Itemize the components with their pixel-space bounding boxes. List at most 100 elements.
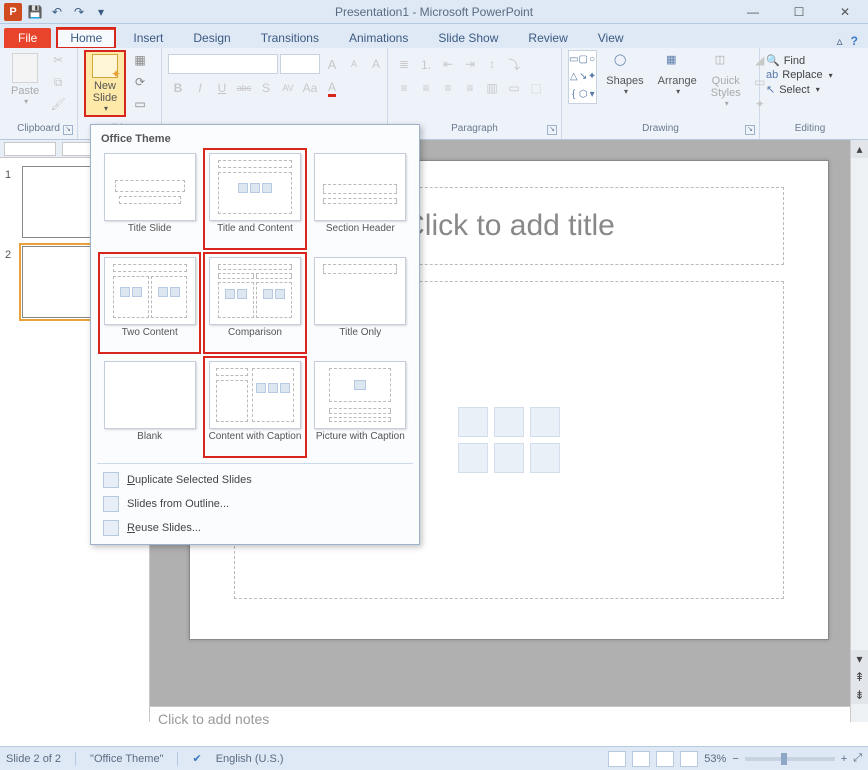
qat-customize-button[interactable]: ▾ [92, 3, 110, 21]
reading-view-button[interactable] [656, 751, 674, 767]
insert-tab[interactable]: Insert [121, 28, 175, 48]
insert-table-icon[interactable] [458, 407, 488, 437]
layout-button[interactable]: ▦ [130, 50, 150, 70]
cut-button[interactable]: ✂ [48, 50, 68, 70]
insert-smartart-icon[interactable] [530, 407, 560, 437]
close-button[interactable]: ✕ [822, 0, 868, 24]
font-color-button[interactable]: A [322, 78, 342, 98]
content-placeholder-icons [458, 407, 560, 473]
align-right-button[interactable]: ≡ [438, 78, 458, 98]
format-painter-button[interactable]: 🖌 [48, 94, 68, 114]
insert-chart-icon[interactable] [494, 407, 524, 437]
line-spacing-button[interactable]: ↕ [482, 54, 502, 74]
file-tab[interactable]: File [4, 28, 51, 48]
slides-from-outline-menu[interactable]: Slides from Outline... [97, 492, 413, 516]
smartart-button[interactable]: ⬚ [526, 78, 546, 98]
strikethrough-button[interactable]: abc [234, 78, 254, 98]
save-button[interactable]: 💾 [26, 3, 44, 21]
undo-button[interactable]: ↶ [48, 3, 66, 21]
numbering-button[interactable]: ⒈ [416, 54, 436, 74]
home-tab[interactable]: Home [57, 28, 115, 48]
design-tab[interactable]: Design [181, 28, 242, 48]
outline-icon [103, 496, 119, 512]
layout-content-with-caption[interactable]: Content with Caption [204, 357, 305, 457]
language-indicator[interactable]: English (U.S.) [216, 753, 284, 765]
help-button[interactable]: ? [851, 34, 858, 48]
find-button[interactable]: 🔍Find [766, 54, 805, 67]
redo-button[interactable]: ↷ [70, 3, 88, 21]
italic-button[interactable]: I [190, 78, 210, 98]
transitions-tab[interactable]: Transitions [249, 28, 331, 48]
grow-font-button[interactable]: A [322, 54, 342, 74]
layout-picture-with-caption[interactable]: Picture with Caption [310, 357, 411, 457]
font-size-combo[interactable] [280, 54, 320, 74]
insert-media-icon[interactable] [530, 443, 560, 473]
layout-title-only[interactable]: Title Only [310, 253, 411, 353]
duplicate-slides-menu[interactable]: Duplicate Selected Slides [97, 468, 413, 492]
scroll-up-button[interactable]: ▴ [851, 140, 868, 158]
vertical-scrollbar[interactable]: ▴ ▾ ⇞ ⇟ [850, 140, 868, 722]
minimize-ribbon-button[interactable]: ▵ [837, 34, 843, 48]
columns-button[interactable]: ▥ [482, 78, 502, 98]
text-shadow-button[interactable]: S [256, 78, 276, 98]
drawing-launcher[interactable]: ↘ [745, 125, 755, 135]
insert-clipart-icon[interactable] [494, 443, 524, 473]
replace-button[interactable]: abReplace▾ [766, 69, 833, 81]
next-slide-button[interactable]: ⇟ [851, 686, 868, 704]
normal-view-button[interactable] [608, 751, 626, 767]
layout-section-header[interactable]: Section Header [310, 149, 411, 249]
new-slide-button[interactable]: ✦ New Slide▾ [84, 50, 126, 117]
spellcheck-icon[interactable]: ✔ [192, 752, 201, 765]
slides-tab-icon[interactable] [4, 142, 56, 156]
reuse-slides-menu[interactable]: Reuse Slides... [97, 516, 413, 540]
shapes-button[interactable]: ◯ Shapes▾ [601, 50, 648, 99]
layout-blank[interactable]: Blank [99, 357, 200, 457]
prev-slide-button[interactable]: ⇞ [851, 668, 868, 686]
shrink-font-button[interactable]: A [344, 54, 364, 74]
clipboard-launcher[interactable]: ↘ [63, 125, 73, 135]
layout-title-and-content[interactable]: Title and Content [204, 149, 305, 249]
zoom-level[interactable]: 53% [704, 753, 726, 765]
select-button[interactable]: ↖Select▾ [766, 83, 820, 96]
animations-tab[interactable]: Animations [337, 28, 420, 48]
bold-button[interactable]: B [168, 78, 188, 98]
slideshow-tab[interactable]: Slide Show [426, 28, 510, 48]
justify-button[interactable]: ≡ [460, 78, 480, 98]
insert-picture-icon[interactable] [458, 443, 488, 473]
scroll-down-button[interactable]: ▾ [851, 650, 868, 668]
slideshow-view-button[interactable] [680, 751, 698, 767]
clear-formatting-button[interactable]: A [366, 54, 386, 74]
layout-title-slide[interactable]: Title Slide [99, 149, 200, 249]
quick-styles-button[interactable]: ◫ Quick Styles▾ [706, 50, 746, 111]
zoom-out-button[interactable]: − [732, 753, 738, 765]
notes-pane[interactable]: Click to add notes [150, 706, 850, 746]
text-direction-button[interactable]: ⤵ [504, 54, 524, 74]
underline-button[interactable]: U [212, 78, 232, 98]
reset-button[interactable]: ⟳ [130, 72, 150, 92]
copy-button[interactable]: ⧉ [48, 72, 68, 92]
minimize-button[interactable]: — [730, 0, 776, 24]
arrange-button[interactable]: ▦ Arrange▾ [653, 50, 702, 99]
bullets-button[interactable]: ≣ [394, 54, 414, 74]
paste-button[interactable]: Paste ▾ [6, 50, 44, 109]
layout-comparison[interactable]: Comparison [204, 253, 305, 353]
maximize-button[interactable]: ☐ [776, 0, 822, 24]
align-left-button[interactable]: ≡ [394, 78, 414, 98]
shapes-gallery[interactable]: ▭▢○△↘✦{⬡▾ [568, 50, 597, 104]
char-spacing-button[interactable]: AV [278, 78, 298, 98]
align-center-button[interactable]: ≡ [416, 78, 436, 98]
decrease-indent-button[interactable]: ⇤ [438, 54, 458, 74]
sorter-view-button[interactable] [632, 751, 650, 767]
increase-indent-button[interactable]: ⇥ [460, 54, 480, 74]
zoom-slider[interactable] [745, 757, 835, 761]
view-tab[interactable]: View [586, 28, 636, 48]
paragraph-launcher[interactable]: ↘ [547, 125, 557, 135]
fit-to-window-button[interactable]: ⤢ [853, 752, 862, 765]
layout-two-content[interactable]: Two Content [99, 253, 200, 353]
section-button[interactable]: ▭ [130, 94, 150, 114]
zoom-in-button[interactable]: + [841, 753, 847, 765]
font-family-combo[interactable] [168, 54, 278, 74]
review-tab[interactable]: Review [516, 28, 579, 48]
change-case-button[interactable]: Aa [300, 78, 320, 98]
align-text-button[interactable]: ▭ [504, 78, 524, 98]
